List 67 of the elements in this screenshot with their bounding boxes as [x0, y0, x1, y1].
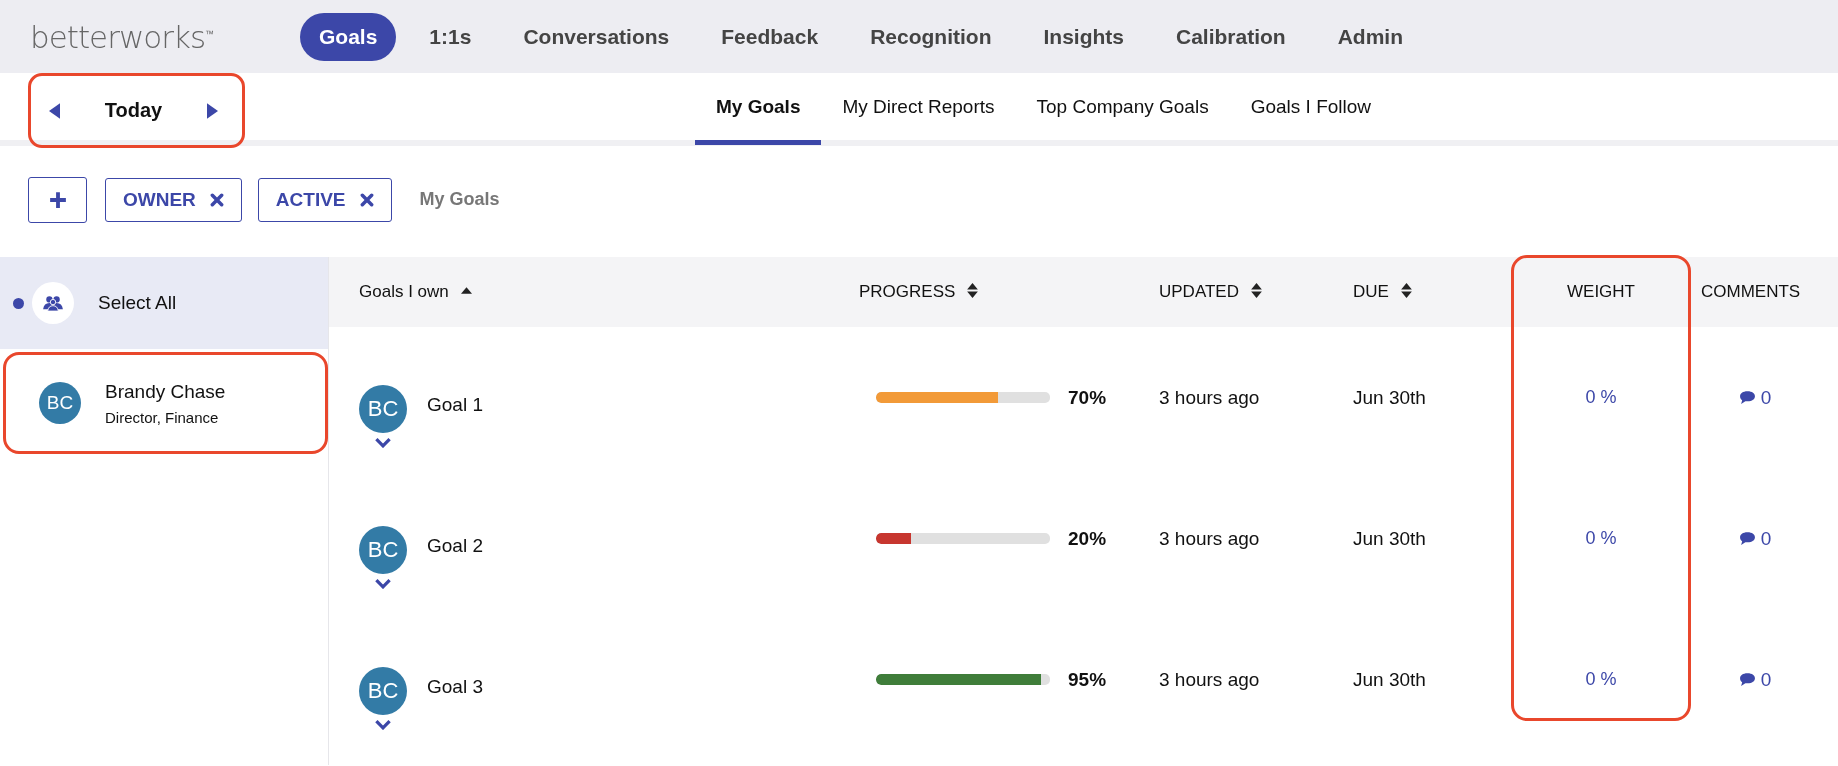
progress-value: 70% [1068, 386, 1107, 409]
sub-tab[interactable]: Top Company Goals [1015, 73, 1230, 145]
speech-bubble-icon [1738, 672, 1756, 687]
select-all-item[interactable]: Select All [0, 257, 328, 349]
updated-time: 3 hours ago [1159, 527, 1260, 550]
next-icon[interactable] [207, 102, 218, 119]
avatar: BC [359, 667, 407, 715]
column-header[interactable]: COMMENTS [1701, 282, 1801, 302]
progress-value: 20% [1068, 527, 1107, 550]
comments-link[interactable]: 0 [1738, 386, 1772, 409]
weight-value: 0 % [1585, 669, 1617, 690]
remove-icon[interactable] [209, 192, 224, 207]
due-date: Jun 30th [1353, 386, 1426, 409]
column-header[interactable]: UPDATED [1159, 282, 1239, 302]
column-header[interactable]: PROGRESS [859, 282, 956, 302]
weight-value: 0 % [1585, 387, 1617, 408]
filter-caption: My Goals [419, 189, 500, 210]
due-date: Jun 30th [1353, 668, 1426, 691]
person-name: Brandy Chase [105, 380, 226, 403]
remove-icon[interactable] [359, 192, 374, 207]
chevron-down-icon[interactable] [374, 578, 392, 589]
speech-bubble-icon [1738, 390, 1756, 405]
avatar: BC [359, 526, 407, 574]
updated-time: 3 hours ago [1159, 386, 1260, 409]
sort-up-icon[interactable] [460, 286, 472, 294]
sub-tab[interactable]: My Direct Reports [821, 73, 1016, 145]
goal-name[interactable]: Goal 2 [427, 535, 483, 557]
speech-bubble-icon [1738, 531, 1756, 546]
filter-chip[interactable]: OWNER [105, 177, 242, 222]
goal-name[interactable]: Goal 1 [427, 394, 483, 416]
weight-value: 0 % [1585, 528, 1617, 549]
nav-tab[interactable]: Goals [300, 12, 397, 61]
column-header[interactable]: Goals I own [359, 282, 449, 302]
date-label: Today [104, 99, 163, 122]
goal-name[interactable]: Goal 3 [427, 676, 483, 698]
progress-value: 95% [1068, 668, 1107, 691]
nav-tab[interactable]: Insights [1024, 12, 1143, 61]
person-title: Director, Finance [105, 408, 220, 426]
sub-tab[interactable]: Goals I Follow [1229, 73, 1393, 145]
nav-tab[interactable]: Conversations [504, 12, 689, 61]
sort-icon[interactable] [1251, 282, 1262, 298]
betterworks-logo[interactable]: betterworks$^{™}$ [30, 18, 300, 55]
column-header[interactable]: WEIGHT [1567, 282, 1635, 302]
nav-tab[interactable]: Calibration [1157, 12, 1305, 61]
nav-tab[interactable]: Feedback [702, 12, 838, 61]
avatar: BC [359, 385, 407, 433]
sort-icon[interactable] [967, 282, 979, 298]
selected-dot [13, 297, 24, 309]
filter-chip[interactable]: ACTIVE [257, 177, 392, 222]
avatar: BC [39, 382, 81, 424]
nav-tab[interactable]: 1:1s [410, 12, 491, 61]
updated-time: 3 hours ago [1159, 668, 1260, 691]
column-header[interactable]: DUE [1353, 282, 1389, 302]
comments-link[interactable]: 0 [1738, 668, 1772, 691]
group-icon [32, 282, 74, 324]
sort-icon[interactable] [1400, 282, 1412, 298]
select-all-label: Select All [98, 292, 177, 314]
previous-icon[interactable] [49, 102, 60, 119]
due-date: Jun 30th [1353, 527, 1426, 550]
chevron-down-icon[interactable] [374, 437, 392, 448]
comments-link[interactable]: 0 [1738, 527, 1772, 550]
chevron-down-icon[interactable] [374, 719, 392, 730]
person-item[interactable]: BC Brandy Chase Director, Finance [3, 352, 328, 454]
nav-tab[interactable]: Recognition [851, 12, 1011, 61]
plus-icon [48, 190, 67, 209]
add-button[interactable] [28, 176, 87, 223]
nav-tab[interactable]: Admin [1318, 12, 1422, 61]
